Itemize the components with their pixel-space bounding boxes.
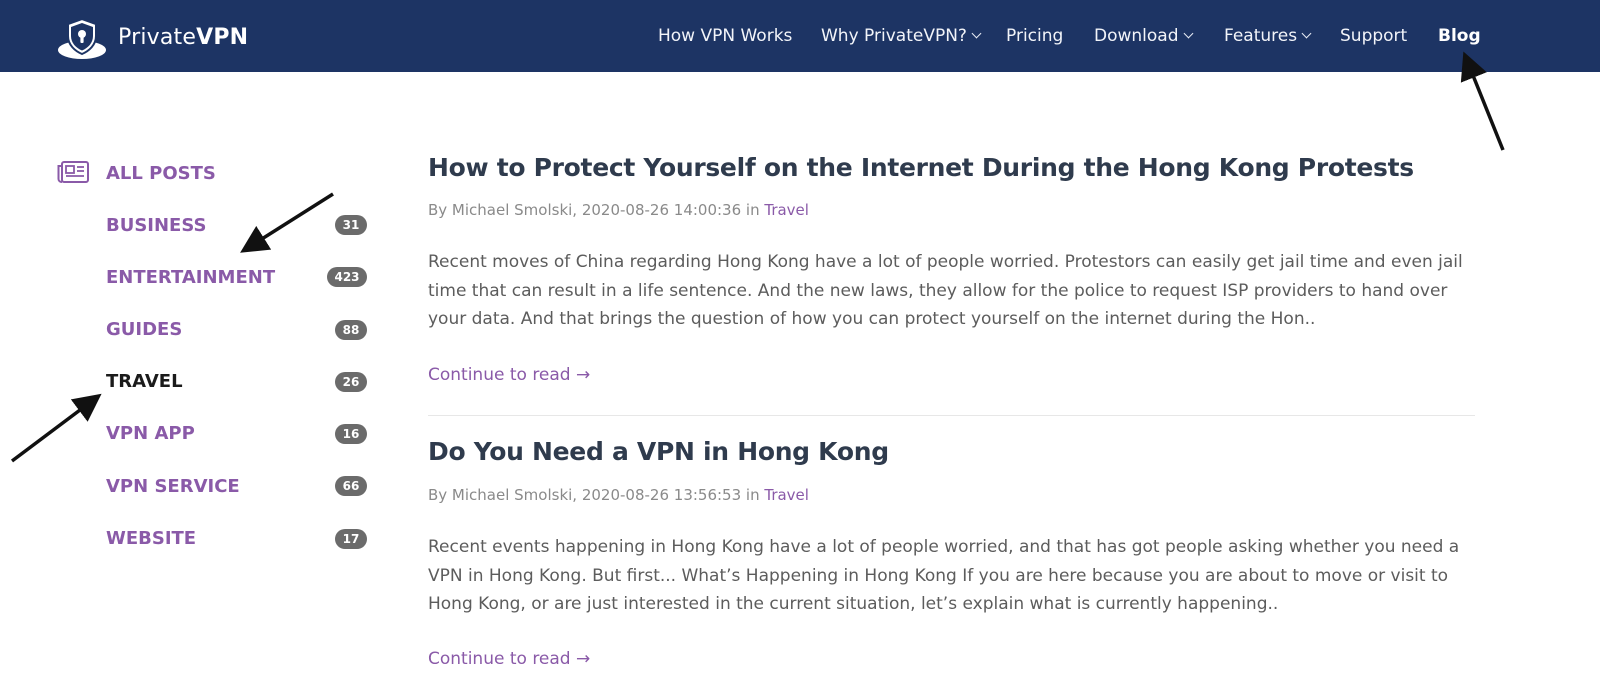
- nav-why-privatevpn[interactable]: Why PrivateVPN?: [821, 0, 982, 72]
- post-excerpt: Recent events happening in Hong Kong hav…: [428, 537, 1460, 614]
- nav-how-vpn-works[interactable]: How VPN Works: [658, 0, 792, 72]
- sidebar-all-posts[interactable]: ALL POSTS: [106, 158, 216, 188]
- nav-blog[interactable]: Blog: [1438, 0, 1481, 72]
- sidebar-item-label: WEBSITE: [106, 527, 197, 549]
- sidebar-item-entertainment[interactable]: ENTERTAINMENT: [106, 262, 275, 292]
- arrow-to-business: [240, 192, 334, 253]
- nav-label: Features: [1224, 26, 1298, 46]
- main-nav: How VPN Works Why PrivateVPN? Pricing Do…: [0, 0, 1600, 72]
- nav-label: Blog: [1438, 26, 1481, 46]
- sidebar-item-label: BUSINESS: [106, 214, 207, 236]
- sidebar-item-label: TRAVEL: [106, 370, 183, 392]
- count-badge: 17: [335, 529, 367, 549]
- chevron-down-icon: [971, 28, 982, 39]
- sidebar-item-label: GUIDES: [106, 318, 183, 340]
- chevron-down-icon: [1183, 28, 1193, 39]
- post-title[interactable]: How to Protect Yourself on the Internet …: [428, 153, 1414, 182]
- nav-download[interactable]: Download: [1094, 0, 1193, 72]
- count-badge: 26: [335, 372, 367, 392]
- post-meta: By Michael Smolski, 2020-08-26 13:56:53 …: [428, 486, 809, 504]
- post-category-link[interactable]: Travel: [764, 486, 809, 504]
- count-badge: 16: [335, 424, 367, 444]
- count-badge: 66: [335, 476, 367, 496]
- sidebar-item-label: ALL POSTS: [106, 162, 216, 184]
- post-byline: By Michael Smolski, 2020-08-26 14:00:36 …: [428, 201, 765, 219]
- sidebar-item-website[interactable]: WEBSITE: [106, 523, 196, 553]
- nav-label: How VPN Works: [658, 26, 793, 46]
- sidebar-item-vpn-app[interactable]: VPN APP: [106, 418, 195, 448]
- nav-features[interactable]: Features: [1224, 0, 1312, 72]
- count-badge: 88: [335, 320, 367, 340]
- arrow-to-travel: [10, 393, 102, 463]
- sidebar-item-label: ENTERTAINMENT: [106, 266, 276, 288]
- nav-support[interactable]: Support: [1340, 0, 1407, 72]
- sidebar-item-label: VPN APP: [106, 422, 195, 444]
- chevron-down-icon: [1301, 28, 1312, 39]
- post-title[interactable]: Do You Need a VPN in Hong Kong: [428, 437, 889, 466]
- post-excerpt: Recent moves of China regarding Hong Kon…: [428, 252, 1463, 329]
- top-navbar: PrivateVPN How VPN Works Why PrivateVPN?…: [0, 0, 1600, 72]
- sidebar-item-label: VPN SERVICE: [106, 475, 240, 497]
- continue-reading-link[interactable]: Continue to read →: [428, 365, 590, 385]
- post-byline: By Michael Smolski, 2020-08-26 13:56:53 …: [428, 486, 765, 504]
- post-divider: [428, 415, 1475, 416]
- sidebar-item-vpn-service[interactable]: VPN SERVICE: [106, 471, 240, 501]
- nav-label: Download: [1094, 26, 1179, 46]
- count-badge: 423: [327, 267, 367, 287]
- sidebar-item-guides[interactable]: GUIDES: [106, 314, 182, 344]
- continue-reading-link[interactable]: Continue to read →: [428, 649, 590, 669]
- nav-label: Pricing: [1006, 26, 1064, 46]
- newspaper-icon: [57, 161, 89, 183]
- count-badge: 31: [335, 215, 367, 235]
- post-category-link[interactable]: Travel: [764, 201, 809, 219]
- nav-label: Support: [1340, 26, 1408, 46]
- nav-label: Why PrivateVPN?: [821, 26, 967, 46]
- sidebar-item-business[interactable]: BUSINESS: [106, 210, 206, 240]
- sidebar-item-travel[interactable]: TRAVEL: [106, 366, 183, 396]
- post-meta: By Michael Smolski, 2020-08-26 14:00:36 …: [428, 201, 809, 219]
- nav-pricing[interactable]: Pricing: [1006, 0, 1063, 72]
